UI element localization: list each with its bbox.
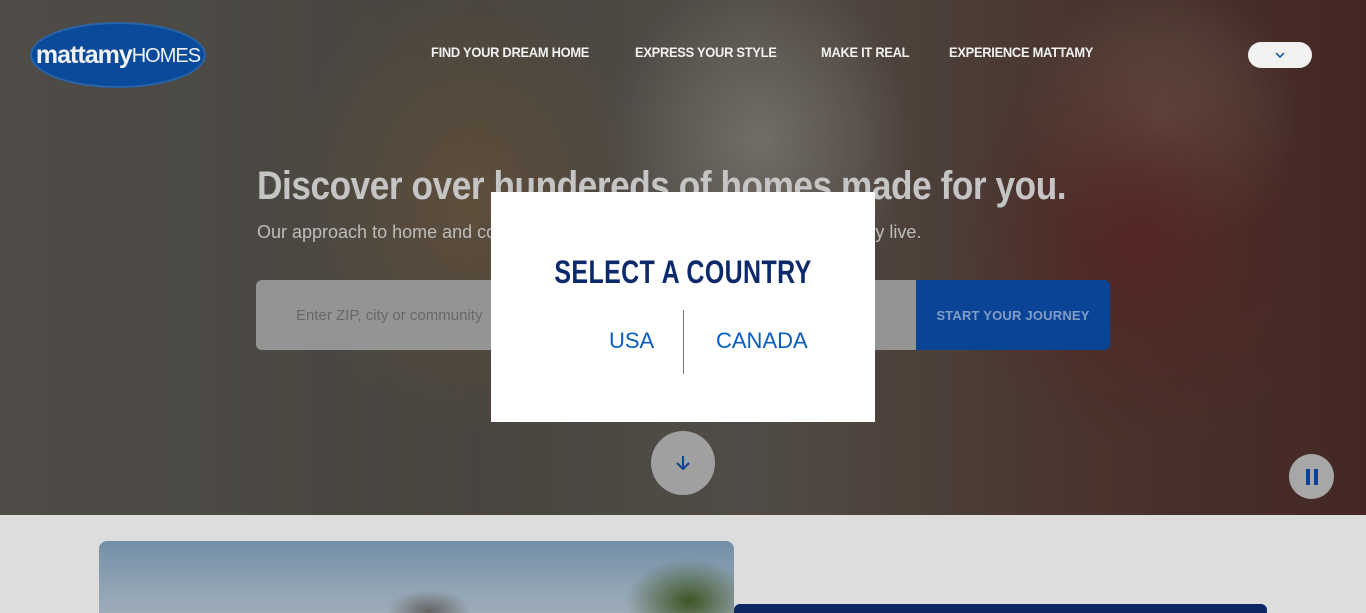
country-option-canada[interactable]: CANADA xyxy=(716,328,808,354)
country-select-modal: SELECT A COUNTRY USA CANADA xyxy=(491,192,875,422)
modal-title: SELECT A COUNTRY xyxy=(554,254,812,290)
country-divider xyxy=(683,310,684,374)
country-options: USA CANADA xyxy=(491,310,875,374)
country-option-usa[interactable]: USA xyxy=(609,328,654,354)
